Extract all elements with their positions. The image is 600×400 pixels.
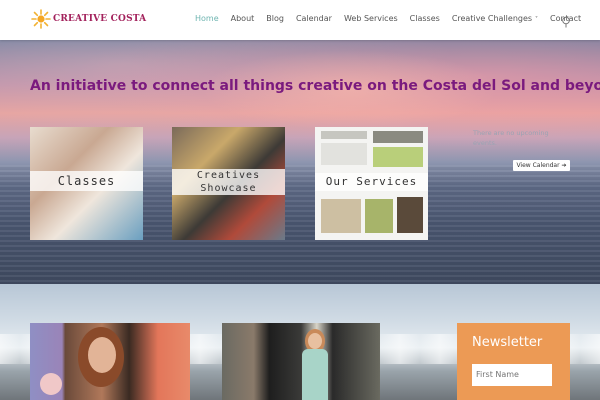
face-shape	[308, 333, 322, 349]
sun-logo-icon	[31, 9, 51, 29]
arrow-right-icon: ➔	[561, 162, 567, 169]
thumb-block	[397, 197, 423, 233]
nav-item-about[interactable]: About	[231, 14, 255, 23]
nav-item-label: Creative Challenges	[451, 14, 533, 23]
our-services-card[interactable]: Our Services	[315, 127, 428, 240]
hero-section: An initiative to connect all things crea…	[0, 40, 600, 284]
hero-tagline: An initiative to connect all things crea…	[30, 78, 600, 94]
nav-item-classes[interactable]: Classes	[410, 14, 440, 23]
card-label-line: Creatives	[196, 170, 261, 181]
search-icon[interactable]	[561, 13, 571, 28]
nav-item-web-services[interactable]: Web Services	[344, 14, 398, 23]
thumb-block	[321, 131, 367, 139]
thumb-block	[373, 131, 423, 143]
thumb-block	[373, 147, 423, 167]
site-logo[interactable]: CREATIVE COSTA	[31, 8, 146, 30]
nav-item-calendar[interactable]: Calendar	[296, 14, 332, 23]
newsletter-box: Newsletter	[457, 323, 570, 400]
card-label-creatives-showcase: Creatives Showcase	[172, 169, 285, 195]
creative-portrait-photo[interactable]	[30, 323, 190, 400]
thumb-block	[365, 199, 393, 233]
card-label-line: Showcase	[200, 183, 257, 194]
view-calendar-label: View Calendar	[516, 162, 560, 169]
logo-text: CREATIVE COSTA	[53, 14, 147, 24]
creatives-showcase-card[interactable]: Creatives Showcase	[172, 127, 285, 240]
nav-item-creative-challenges[interactable]: Creative Challenges ˅	[452, 14, 538, 23]
face-shape	[88, 337, 116, 373]
main-nav: Home About Blog Calendar Web Services Cl…	[195, 14, 593, 23]
no-events-text: There are no upcoming events.	[473, 129, 549, 147]
thumb-block	[321, 143, 367, 165]
shop-doorway-photo[interactable]	[222, 323, 380, 400]
chevron-down-icon: ˅	[533, 16, 538, 23]
site-header: CREATIVE COSTA Home About Blog Calendar …	[0, 0, 600, 40]
classes-card[interactable]: Classes	[30, 127, 143, 240]
first-name-input[interactable]	[472, 364, 552, 386]
dress-shape	[302, 349, 328, 400]
circle-art-shape	[40, 373, 62, 395]
lower-section: Newsletter	[0, 284, 600, 400]
card-label-our-services: Our Services	[315, 173, 428, 191]
card-label-classes: Classes	[30, 171, 143, 191]
thumb-block	[321, 199, 361, 233]
nav-item-home[interactable]: Home	[195, 14, 219, 23]
nav-item-blog[interactable]: Blog	[266, 14, 284, 23]
newsletter-title: Newsletter	[472, 335, 543, 350]
view-calendar-button[interactable]: View Calendar ➔	[513, 160, 570, 171]
